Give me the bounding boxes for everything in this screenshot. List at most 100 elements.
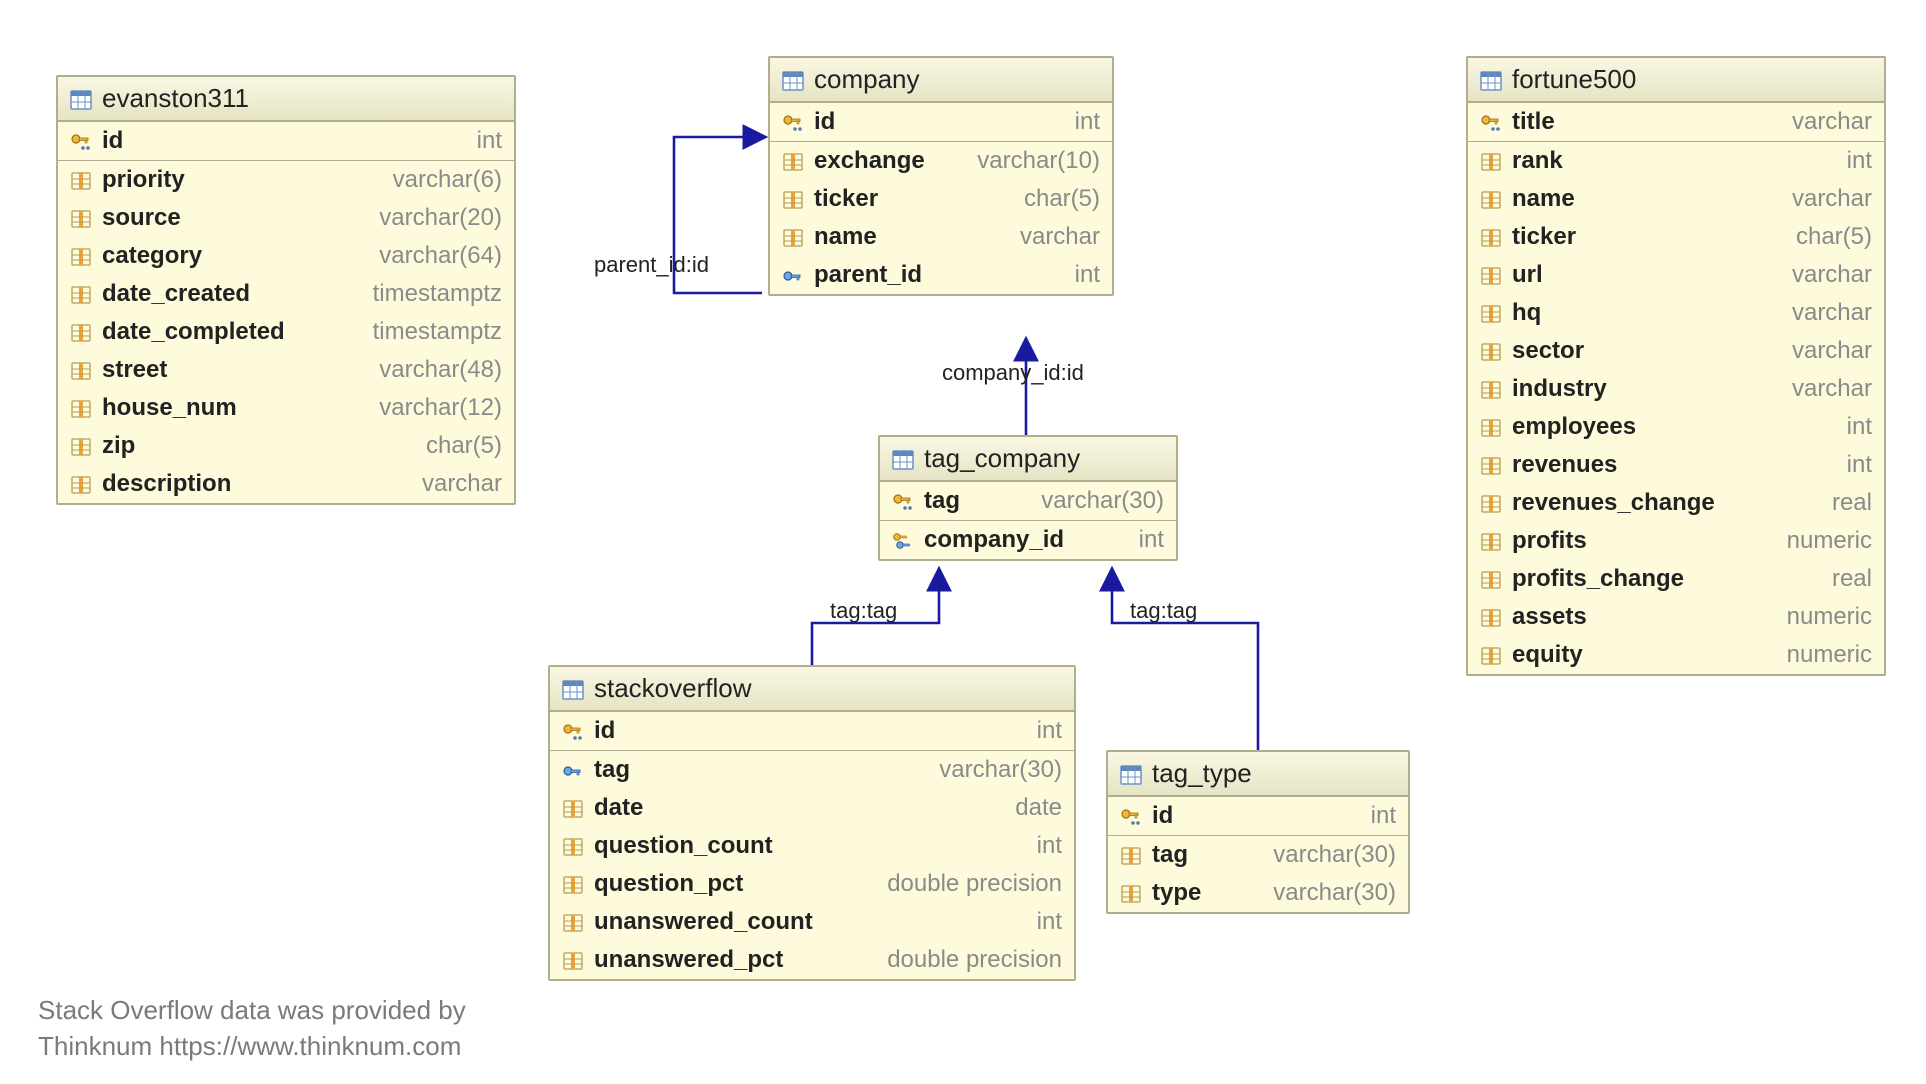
- column-type: char(5): [1024, 185, 1100, 213]
- table-rows: idint exchangevarchar(10) tickerchar(5) …: [770, 103, 1112, 294]
- table-fortune500: fortune500 titlevarchar rankint namevarc…: [1466, 56, 1886, 676]
- column-name: industry: [1512, 375, 1607, 403]
- table-icon: [1480, 70, 1502, 90]
- column-type: varchar(64): [379, 242, 502, 270]
- table-rows: idint priorityvarchar(6) sourcevarchar(2…: [58, 122, 514, 503]
- column-type: int: [1847, 451, 1872, 479]
- column-row: rank int: [1468, 142, 1884, 180]
- column-name: type: [1152, 879, 1201, 907]
- column-icon: [562, 950, 584, 970]
- column-name: id: [814, 108, 835, 136]
- column-row: category varchar(64): [58, 237, 514, 275]
- column-name: name: [1512, 185, 1575, 213]
- column-name: category: [102, 242, 202, 270]
- column-name: company_id: [924, 526, 1064, 554]
- table-icon: [70, 89, 92, 109]
- column-row: revenues int: [1468, 446, 1884, 484]
- column-type: varchar(30): [1273, 841, 1396, 869]
- relation-label-parent-id: parent_id:id: [594, 252, 709, 278]
- primary-key-icon: [1120, 806, 1142, 826]
- primary-key-icon: [70, 131, 92, 151]
- column-icon: [1480, 151, 1502, 171]
- column-name: id: [1152, 802, 1173, 830]
- column-name: url: [1512, 261, 1543, 289]
- column-row: priorityvarchar(6): [58, 161, 514, 199]
- column-row: streetvarchar(48): [58, 351, 514, 389]
- table-stackoverflow: stackoverflow idint tagvarchar(30) dated…: [548, 665, 1076, 981]
- column-type: varchar(30): [939, 756, 1062, 784]
- column-name: sector: [1512, 337, 1584, 365]
- column-type: int: [1847, 147, 1872, 175]
- table-evanston311: evanston311 idint priorityvarchar(6) sou…: [56, 75, 516, 505]
- column-type: double precision: [887, 870, 1062, 898]
- column-type: int: [1075, 108, 1100, 136]
- column-icon: [782, 227, 804, 247]
- table-title: tag_type: [1152, 758, 1252, 789]
- column-row: zipchar(5): [58, 427, 514, 465]
- column-name: street: [102, 356, 167, 384]
- column-icon: [1480, 531, 1502, 551]
- column-type: varchar: [1792, 337, 1872, 365]
- column-row: descriptionvarchar: [58, 465, 514, 503]
- column-row: tagvarchar(30): [550, 751, 1074, 789]
- column-type: varchar(12): [379, 394, 502, 422]
- column-row: unanswered_countint: [550, 903, 1074, 941]
- erd-canvas: parent_id:id company_id:id tag:tag tag:t…: [0, 0, 1926, 1084]
- column-row: ticker char(5): [1468, 218, 1884, 256]
- column-name: rank: [1512, 147, 1563, 175]
- column-type: real: [1832, 489, 1872, 517]
- relation-label-tag-right: tag:tag: [1130, 598, 1197, 624]
- column-type: varchar(20): [379, 204, 502, 232]
- table-icon: [782, 70, 804, 90]
- column-row: assetsnumeric: [1468, 598, 1884, 636]
- column-icon: [782, 189, 804, 209]
- column-type: int: [1037, 832, 1062, 860]
- column-icon: [562, 874, 584, 894]
- column-row: house_numvarchar(12): [58, 389, 514, 427]
- column-row: idint: [58, 122, 514, 161]
- column-name: hq: [1512, 299, 1541, 327]
- relation-label-company-id: company_id:id: [942, 360, 1084, 386]
- column-name: exchange: [814, 147, 925, 175]
- column-name: id: [102, 127, 123, 155]
- foreign-key-icon: [782, 265, 804, 285]
- column-name: id: [594, 717, 615, 745]
- column-icon: [1480, 493, 1502, 513]
- primary-key-icon: [1480, 112, 1502, 132]
- column-name: ticker: [814, 185, 878, 213]
- column-icon: [70, 284, 92, 304]
- column-row: company_idint: [880, 521, 1176, 559]
- relation-label-tag-left: tag:tag: [830, 598, 897, 624]
- column-type: int: [1037, 717, 1062, 745]
- table-rows: idint tagvarchar(30) type varchar(30): [1108, 797, 1408, 912]
- column-row: sector varchar: [1468, 332, 1884, 370]
- column-icon: [782, 151, 804, 171]
- table-rows: idint tagvarchar(30) datedate question_c…: [550, 712, 1074, 979]
- column-name: ticker: [1512, 223, 1576, 251]
- column-row: id int: [550, 712, 1074, 751]
- column-icon: [70, 436, 92, 456]
- column-icon: [70, 170, 92, 190]
- column-row: exchangevarchar(10): [770, 142, 1112, 180]
- column-row: namevarchar: [770, 218, 1112, 256]
- column-row: profitsnumeric: [1468, 522, 1884, 560]
- foreign-key-icon: [562, 760, 584, 780]
- column-name: assets: [1512, 603, 1587, 631]
- column-icon: [1480, 265, 1502, 285]
- table-icon: [1120, 764, 1142, 784]
- column-icon: [562, 912, 584, 932]
- column-row: question_countint: [550, 827, 1074, 865]
- table-rows: titlevarchar rankint namevarchar tickerc…: [1468, 103, 1884, 674]
- column-name: unanswered_pct: [594, 946, 783, 974]
- column-row: parent_idint: [770, 256, 1112, 294]
- column-name: revenues: [1512, 451, 1617, 479]
- column-row: idint: [1108, 797, 1408, 836]
- column-type: int: [1075, 261, 1100, 289]
- column-name: equity: [1512, 641, 1583, 669]
- column-name: title: [1512, 108, 1555, 136]
- table-header: tag_type: [1108, 752, 1408, 797]
- column-row: question_pctdouble precision: [550, 865, 1074, 903]
- column-type: char(5): [1796, 223, 1872, 251]
- column-row: tagvarchar(30): [1108, 836, 1408, 874]
- column-icon: [70, 322, 92, 342]
